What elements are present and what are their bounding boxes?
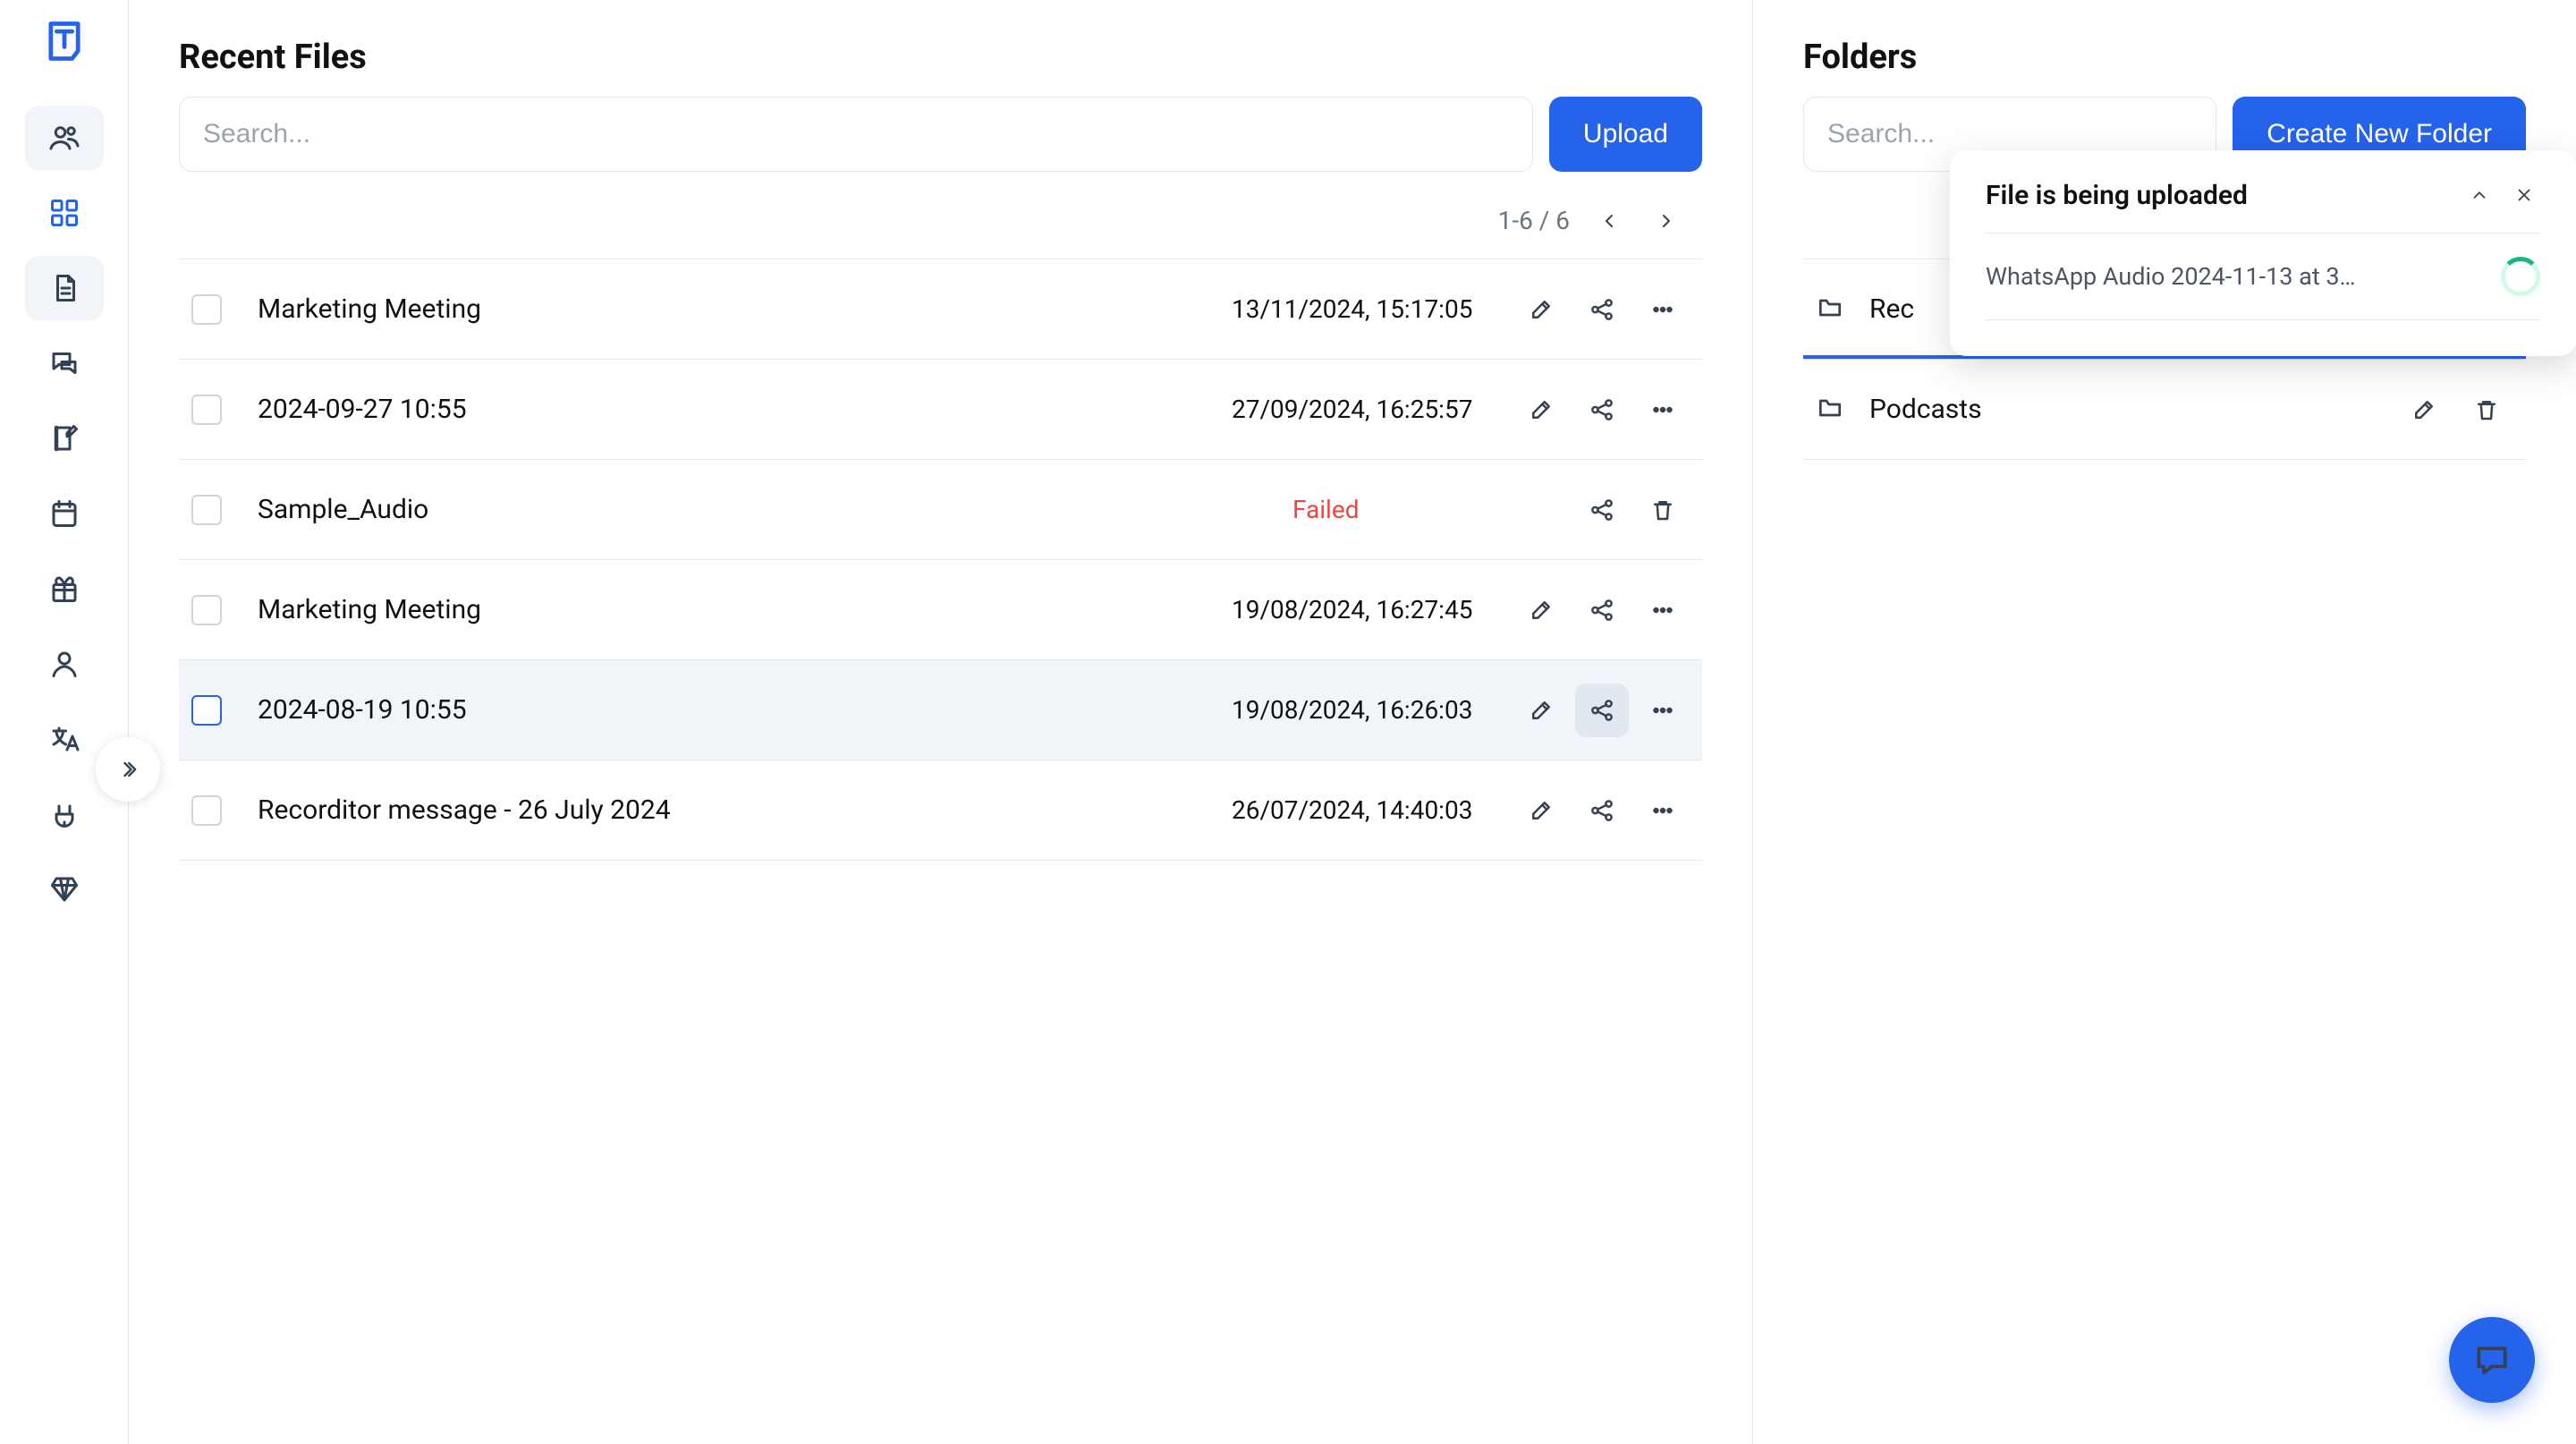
toast-filename: WhatsApp Audio 2024-11-13 at 3… — [1986, 262, 2488, 291]
folders-panel: Folders Create New Folder Rec Podcasts F… — [1753, 0, 2576, 1444]
edit-button[interactable] — [1514, 583, 1568, 637]
more-button[interactable] — [1636, 684, 1690, 737]
edit-button[interactable] — [1514, 283, 1568, 336]
folder-name: Podcasts — [1862, 394, 2379, 425]
nav-calendar[interactable] — [25, 481, 104, 546]
file-name: 2024-08-19 10:55 — [236, 694, 1217, 726]
spinner-icon — [2501, 257, 2540, 296]
folders-title: Folders — [1803, 38, 2526, 77]
folder-icon — [1816, 394, 1844, 426]
file-meta: 26/07/2024, 14:40:03 — [1232, 795, 1500, 825]
upload-button[interactable]: Upload — [1549, 97, 1702, 172]
edit-button[interactable] — [1514, 784, 1568, 837]
files-search-input[interactable] — [179, 97, 1533, 172]
file-name: 2024-09-27 10:55 — [236, 394, 1217, 425]
folder-row[interactable]: Podcasts — [1803, 360, 2526, 460]
pager-next-button[interactable] — [1648, 203, 1684, 239]
row-checkbox[interactable] — [191, 495, 222, 525]
recent-files-title: Recent Files — [179, 38, 1702, 77]
row-checkbox[interactable] — [191, 595, 222, 625]
more-button[interactable] — [1636, 283, 1690, 336]
file-name: Recorditor message - 26 July 2024 — [236, 794, 1217, 826]
row-checkbox[interactable] — [191, 294, 222, 325]
toast-collapse-button[interactable] — [2463, 179, 2496, 211]
chat-fab-button[interactable] — [2449, 1317, 2535, 1403]
share-button[interactable] — [1575, 583, 1629, 637]
file-meta: 27/09/2024, 16:25:57 — [1232, 395, 1500, 424]
edit-button[interactable] — [1514, 684, 1568, 737]
sidebar-expand-button[interactable] — [96, 737, 160, 802]
nav-premium[interactable] — [25, 857, 104, 922]
app-logo — [39, 16, 89, 66]
share-button[interactable] — [1575, 483, 1629, 537]
more-button[interactable] — [1636, 583, 1690, 637]
delete-button[interactable] — [2460, 383, 2513, 437]
file-meta: Failed — [1292, 495, 1561, 524]
nav-notes[interactable] — [25, 406, 104, 471]
file-row[interactable]: Marketing Meeting 19/08/2024, 16:27:45 — [179, 560, 1702, 660]
toast-title: File is being uploaded — [1986, 180, 2451, 211]
edit-button[interactable] — [2397, 383, 2451, 437]
row-checkbox[interactable] — [191, 795, 222, 826]
more-button[interactable] — [1636, 784, 1690, 837]
nav-gift[interactable] — [25, 556, 104, 621]
file-name: Marketing Meeting — [236, 594, 1217, 625]
file-meta: 13/11/2024, 15:17:05 — [1232, 294, 1500, 324]
file-row[interactable]: 2024-08-19 10:55 19/08/2024, 16:26:03 — [179, 660, 1702, 760]
nav-translate[interactable] — [25, 707, 104, 771]
nav-files[interactable] — [25, 256, 104, 320]
share-button[interactable] — [1575, 283, 1629, 336]
edit-button[interactable] — [1514, 383, 1568, 437]
nav-dashboard[interactable] — [25, 181, 104, 245]
sidebar — [0, 0, 129, 1444]
file-row[interactable]: Sample_Audio Failed — [179, 460, 1702, 560]
file-meta: 19/08/2024, 16:27:45 — [1232, 595, 1500, 624]
files-pager: 1-6 / 6 — [179, 183, 1702, 259]
file-name: Sample_Audio — [236, 494, 1278, 525]
file-meta: 19/08/2024, 16:26:03 — [1232, 695, 1500, 725]
row-checkbox[interactable] — [191, 695, 222, 726]
file-row[interactable]: 2024-09-27 10:55 27/09/2024, 16:25:57 — [179, 360, 1702, 460]
nav-integrations[interactable] — [25, 782, 104, 846]
share-button[interactable] — [1575, 784, 1629, 837]
file-row[interactable]: Marketing Meeting 13/11/2024, 15:17:05 — [179, 259, 1702, 360]
share-button[interactable] — [1575, 684, 1629, 737]
nav-chat[interactable] — [25, 331, 104, 395]
more-button[interactable] — [1636, 383, 1690, 437]
toast-close-button[interactable] — [2508, 179, 2540, 211]
delete-button[interactable] — [1636, 483, 1690, 537]
share-button[interactable] — [1575, 383, 1629, 437]
nav-people[interactable] — [25, 106, 104, 170]
pager-range: 1-6 / 6 — [1498, 206, 1570, 235]
folder-icon — [1816, 293, 1844, 326]
row-checkbox[interactable] — [191, 395, 222, 425]
recent-files-panel: Recent Files Upload 1-6 / 6 Marketing Me… — [129, 0, 1753, 1444]
file-row[interactable]: Recorditor message - 26 July 2024 26/07/… — [179, 760, 1702, 861]
file-name: Marketing Meeting — [236, 293, 1217, 325]
upload-toast: File is being uploaded WhatsApp Audio 20… — [1950, 150, 2576, 356]
pager-prev-button[interactable] — [1591, 203, 1627, 239]
nav-user[interactable] — [25, 632, 104, 696]
